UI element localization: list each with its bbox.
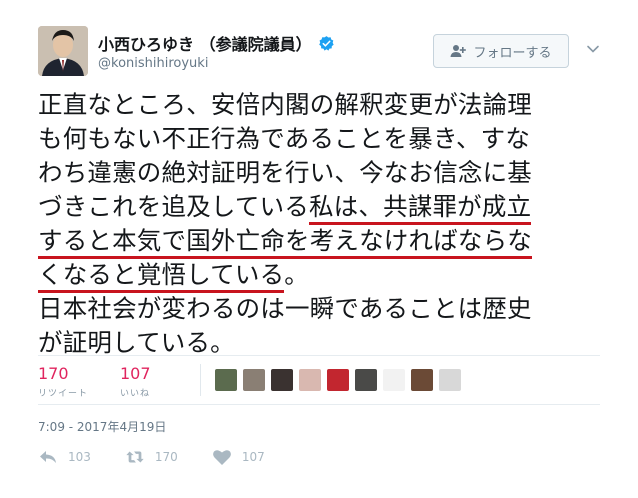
like-stat[interactable]: 107 いいね (120, 364, 151, 399)
tweet-line-text: 。 (284, 260, 309, 289)
liker-avatar[interactable] (355, 369, 377, 391)
stats-divider-bottom (38, 404, 600, 405)
tweet-line: 日本社会が変わるのは一瞬であることは歴史 (38, 292, 618, 326)
follow-button-label: フォローする (473, 45, 552, 61)
stats-divider-top (38, 355, 600, 356)
retweet-stat[interactable]: 170 リツイート (38, 364, 88, 399)
tweet-actions: 103 170 107 (38, 448, 299, 466)
author-avatar[interactable] (38, 26, 88, 76)
tweet-line: すると本気で国外亡命を考えなければならな (38, 224, 618, 259)
retweet-icon (126, 451, 144, 463)
tweet-line-text: が証明している。 (38, 328, 235, 357)
follow-button[interactable]: フォローする (433, 34, 569, 68)
liker-avatar[interactable] (215, 369, 237, 391)
tweet-line-text: も何もない不正行為であることを暴き、すな (38, 124, 531, 153)
author-display-name[interactable]: 小西ひろゆき （参議院議員） (98, 31, 312, 55)
like-count: 107 (120, 364, 151, 383)
tweet-line-text: づきこれを追及している (38, 192, 309, 221)
tweet-text: 正直なところ、安倍内閣の解釈変更が法論理 も何もない不正行為であることを暴き、す… (38, 88, 618, 360)
reply-icon (40, 451, 56, 463)
verified-badge-icon (318, 35, 334, 51)
tweet-line: 正直なところ、安倍内閣の解釈変更が法論理 (38, 88, 618, 122)
retweet-action-count: 170 (154, 450, 178, 464)
tweet-line-text: 日本社会が変わるのは一瞬であることは歴史 (38, 294, 532, 323)
tweet-line: づきこれを追及している私は、共謀罪が成立 (38, 190, 618, 225)
liker-avatar[interactable] (439, 369, 461, 391)
tweet-line-text: 正直なところ、安倍内閣の解釈変更が法論理 (38, 90, 532, 119)
underlined-passage: くなると覚悟している (38, 260, 285, 293)
tweet-line-text: わち違憲の絶対証明を行い、今なお信念に基 (38, 158, 532, 187)
tweet-line: も何もない不正行為であることを暴き、すな (38, 122, 618, 156)
likers-avatars (215, 369, 461, 391)
retweet-button[interactable]: 170 (125, 448, 178, 466)
like-action-count: 107 (241, 450, 265, 464)
reply-button[interactable]: 103 (38, 448, 91, 466)
author-name-block: 小西ひろゆき （参議院議員） @konishihiroyuki (98, 32, 335, 71)
liker-avatar[interactable] (243, 369, 265, 391)
heart-icon (212, 450, 231, 465)
liker-avatar[interactable] (411, 369, 433, 391)
tweet-line: くなると覚悟している。 (38, 258, 618, 293)
retweet-label: リツイート (38, 389, 89, 399)
like-button[interactable]: 107 (212, 448, 265, 466)
liker-avatar[interactable] (383, 369, 405, 391)
liker-avatar[interactable] (299, 369, 321, 391)
liker-avatar[interactable] (271, 369, 293, 391)
tweet-line: わち違憲の絶対証明を行い、今なお信念に基 (38, 156, 618, 190)
author-handle[interactable]: @konishihiroyuki (98, 56, 335, 71)
retweet-count: 170 (38, 364, 69, 383)
add-user-icon (450, 45, 467, 57)
underlined-passage: すると本気で国外亡命を考えなければならな (38, 226, 532, 259)
tweet-timestamp[interactable]: 7:09 - 2017年4月19日 (38, 418, 166, 435)
tweet-header: 小西ひろゆき （参議院議員） @konishihiroyuki フォローする (38, 26, 608, 78)
underlined-passage: 私は、共謀罪が成立 (308, 192, 532, 225)
stat-divider (200, 364, 201, 396)
reply-count: 103 (68, 450, 91, 464)
liker-avatar[interactable] (327, 369, 349, 391)
chevron-down-icon[interactable] (586, 42, 600, 56)
like-label: いいね (120, 389, 151, 399)
author-avatar-image (38, 26, 88, 76)
